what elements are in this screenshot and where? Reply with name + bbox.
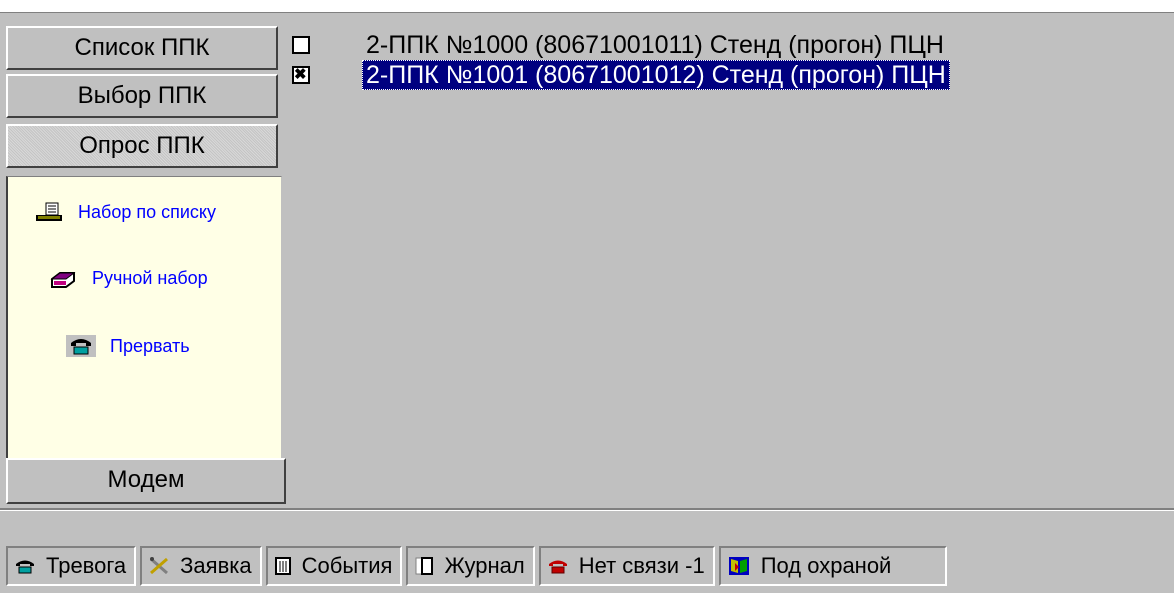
- alarm-label: Тревога: [46, 553, 127, 578]
- no-connection-label: Нет связи -1: [578, 553, 705, 578]
- guarded-book-icon: [728, 557, 749, 575]
- select-ppk-button[interactable]: Выбор ППК: [6, 74, 278, 118]
- device-label: 2-ППК №1000 (80671001011) Стенд (прогон)…: [366, 31, 944, 59]
- no-connection-phone-icon: [548, 560, 567, 574]
- message-bar: [8, 514, 1170, 540]
- abort-icon: [66, 335, 96, 357]
- poll-ppk-button[interactable]: Опрос ППК: [6, 124, 278, 168]
- abort-label: Прервать: [110, 335, 190, 356]
- navigation-pane: Список ППК Выбор ППК Опрос ППК Набор по …: [6, 26, 286, 504]
- request-tools-icon: [150, 557, 169, 575]
- abort-link[interactable]: Прервать: [66, 335, 190, 357]
- device-checkbox[interactable]: [292, 64, 310, 86]
- manual-dial-link[interactable]: Ручной набор: [48, 267, 208, 289]
- device-label: 2-ППК №1001 (80671001012) Стенд (прогон)…: [362, 60, 950, 90]
- device-checkbox[interactable]: [292, 36, 310, 54]
- alarm-status[interactable]: Тревога: [6, 546, 137, 586]
- request-label: Заявка: [180, 553, 252, 578]
- journal-icon: [415, 557, 434, 575]
- no-connection-status[interactable]: Нет связи -1: [538, 546, 715, 586]
- status-bar: Тревога Заявка События Журнал Нет связи …: [6, 546, 1170, 590]
- list-ppk-button[interactable]: Список ППК: [6, 26, 278, 70]
- dial-by-list-label: Набор по списку: [78, 201, 216, 222]
- ppk-device-list[interactable]: 2-ППК №1000 (80671001011) Стенд (прогон)…: [292, 26, 1172, 506]
- journal-label: Журнал: [444, 553, 525, 578]
- guarded-status[interactable]: Под охраной: [718, 546, 947, 586]
- separator: [0, 508, 1174, 511]
- request-status[interactable]: Заявка: [140, 546, 262, 586]
- manual-dial-icon: [50, 272, 76, 288]
- events-label: События: [301, 553, 393, 578]
- top-border: [0, 0, 1174, 13]
- journal-status[interactable]: Журнал: [406, 546, 535, 586]
- guarded-label: Под охраной: [760, 553, 892, 578]
- events-status[interactable]: События: [265, 546, 403, 586]
- events-icon: [274, 557, 291, 575]
- modem-button[interactable]: Модем: [6, 458, 286, 504]
- list-item[interactable]: 2-ППК №1000 (80671001011) Стенд (прогон)…: [292, 30, 948, 60]
- poll-actions-panel: Набор по списку Ручной набор Прервать: [6, 176, 282, 481]
- alarm-icon: [16, 560, 34, 574]
- list-dial-icon: [36, 202, 62, 221]
- dial-by-list-link[interactable]: Набор по списку: [34, 201, 216, 223]
- list-item[interactable]: 2-ППК №1001 (80671001012) Стенд (прогон)…: [292, 60, 950, 90]
- manual-dial-label: Ручной набор: [92, 267, 208, 288]
